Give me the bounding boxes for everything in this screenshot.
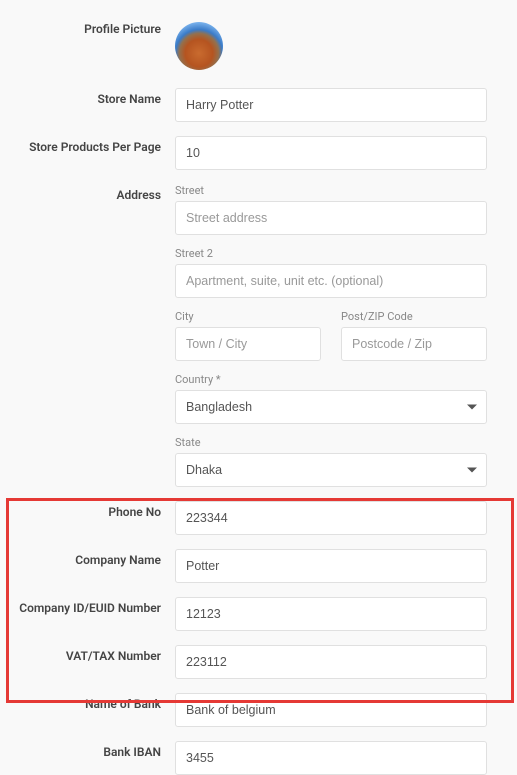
zip-label: Post/ZIP Code — [341, 310, 487, 323]
state-select[interactable]: Dhaka — [175, 453, 487, 487]
city-label: City — [175, 310, 321, 323]
profile-picture-label: Profile Picture — [10, 22, 175, 36]
iban-label: Bank IBAN — [10, 741, 175, 759]
store-name-label: Store Name — [10, 88, 175, 106]
state-label: State — [175, 436, 487, 449]
per-page-label: Store Products Per Page — [10, 136, 175, 154]
vat-input[interactable] — [175, 645, 487, 679]
street2-label: Street 2 — [175, 247, 487, 260]
street-label: Street — [175, 184, 487, 197]
street-input[interactable] — [175, 201, 487, 235]
address-label: Address — [10, 184, 175, 202]
phone-input[interactable] — [175, 501, 487, 535]
vat-label: VAT/TAX Number — [10, 645, 175, 663]
per-page-input[interactable] — [175, 136, 487, 170]
profile-picture-avatar[interactable] — [175, 22, 223, 70]
zip-input[interactable] — [341, 327, 487, 361]
company-name-label: Company Name — [10, 549, 175, 567]
company-id-label: Company ID/EUID Number — [10, 597, 175, 615]
iban-input[interactable] — [175, 741, 487, 775]
country-select[interactable]: Bangladesh — [175, 390, 487, 424]
country-label: Country * — [175, 373, 487, 386]
bank-name-label: Name of Bank — [10, 693, 175, 711]
bank-name-input[interactable] — [175, 693, 487, 727]
store-name-input[interactable] — [175, 88, 487, 122]
city-input[interactable] — [175, 327, 321, 361]
phone-label: Phone No — [10, 501, 175, 519]
company-name-input[interactable] — [175, 549, 487, 583]
street2-input[interactable] — [175, 264, 487, 298]
company-id-input[interactable] — [175, 597, 487, 631]
